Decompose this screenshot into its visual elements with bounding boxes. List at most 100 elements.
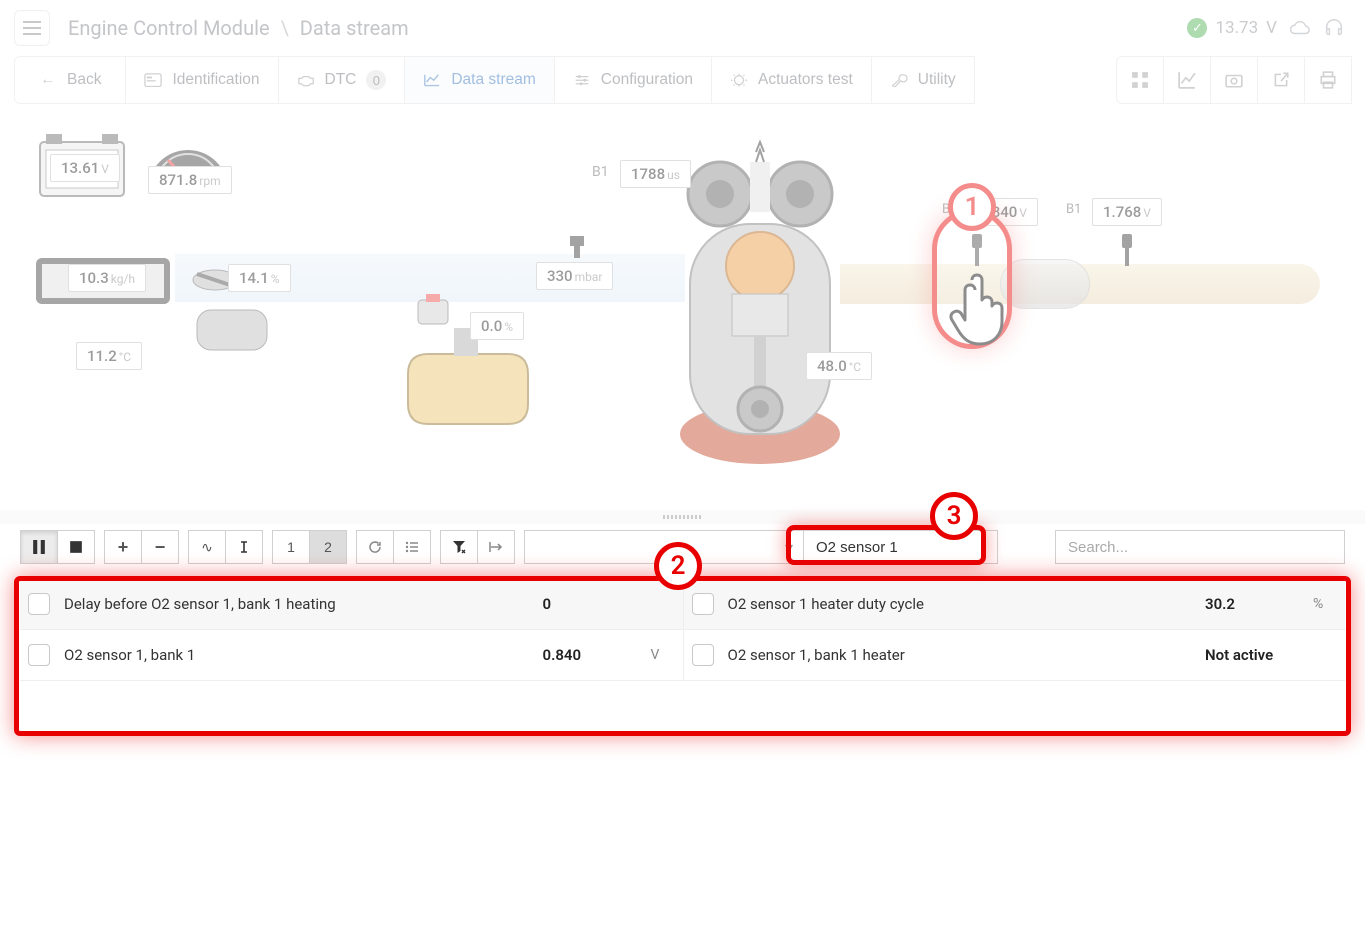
text-select-button[interactable] xyxy=(225,530,263,564)
grid-icon xyxy=(1131,71,1149,89)
engine-diagram: 13.61V 871.8rpm 10.3kg/h 11.2°C 14.1% 33… xyxy=(0,104,1365,504)
row-checkbox[interactable] xyxy=(28,593,50,615)
remove-button[interactable]: − xyxy=(141,530,179,564)
pause-icon xyxy=(32,540,46,554)
collapse-button[interactable] xyxy=(477,530,515,564)
hand-cursor-icon xyxy=(948,272,1012,350)
row-value: Not active xyxy=(1205,646,1295,664)
arrow-left-icon: ← xyxy=(39,71,57,89)
hamburger-icon xyxy=(23,21,41,35)
id-card-icon xyxy=(144,71,162,89)
layout-chart-button[interactable] xyxy=(1163,56,1211,104)
minus-icon: − xyxy=(155,537,166,558)
cursor-text-icon xyxy=(237,540,251,554)
camera-icon xyxy=(1225,71,1243,89)
voltage-value: 13.73 xyxy=(1215,18,1258,38)
tab-label: Identification xyxy=(172,71,259,89)
tab-label: Utility xyxy=(918,71,956,89)
voltage-indicator: ✓ 13.73 V xyxy=(1187,18,1277,38)
battery-value-box: 13.61V xyxy=(50,154,120,182)
layout-grid-button[interactable] xyxy=(1116,56,1164,104)
rpm-value-box: 871.8rpm xyxy=(148,166,232,194)
data-stream-panel: + − ∿ 1 2 3 2 xyxy=(0,510,1365,932)
back-button[interactable]: ← Back xyxy=(14,56,126,104)
wave-icon: ∿ xyxy=(201,539,213,556)
row-value: 30.2 xyxy=(1205,595,1295,613)
o2-sensor-post-icon[interactable] xyxy=(1118,234,1136,266)
row-checkbox[interactable] xyxy=(28,644,50,666)
panel-resize-handle[interactable] xyxy=(0,510,1365,524)
tab-datastream[interactable]: Data stream xyxy=(404,56,554,104)
export-button[interactable] xyxy=(1257,56,1305,104)
pause-button[interactable] xyxy=(20,530,58,564)
headset-icon[interactable] xyxy=(1323,17,1345,39)
throttle-value-box: 14.1% xyxy=(228,264,291,292)
callout-2-number: 2 xyxy=(654,542,702,590)
data-grid: Delay before O2 sensor 1, bank 1 heating… xyxy=(20,578,1345,681)
filter-clear-button[interactable] xyxy=(440,530,478,564)
table-row[interactable]: O2 sensor 1, bank 1 0.840 V xyxy=(20,630,683,681)
map-sensor-icon[interactable] xyxy=(562,234,592,260)
row-checkbox[interactable] xyxy=(692,593,714,615)
engine-icon xyxy=(297,71,315,89)
row-unit: V xyxy=(651,647,671,663)
chart-icon xyxy=(423,71,441,89)
row-label: Delay before O2 sensor 1, bank 1 heating xyxy=(64,595,529,613)
columns-2-button[interactable]: 2 xyxy=(309,530,347,564)
refresh-icon xyxy=(368,540,382,554)
stop-button[interactable] xyxy=(57,530,95,564)
row-checkbox[interactable] xyxy=(692,644,714,666)
breadcrumb-module: Engine Control Module xyxy=(68,16,270,40)
table-row[interactable]: O2 sensor 1 heater duty cycle 30.2 % xyxy=(683,579,1346,630)
breadcrumb: Engine Control Module \ Data stream xyxy=(68,16,409,40)
tab-dtc[interactable]: DTC 0 xyxy=(278,56,406,104)
iat-value-box: 11.2°C xyxy=(76,342,142,370)
tab-identification[interactable]: Identification xyxy=(125,56,278,104)
callout-1-number: 1 xyxy=(948,183,996,231)
check-icon: ✓ xyxy=(1187,18,1207,38)
printer-icon xyxy=(1319,71,1337,89)
inj-bank-label: B1 xyxy=(592,164,609,180)
print-button[interactable] xyxy=(1304,56,1352,104)
callout-3: 3 xyxy=(930,492,978,540)
fuel-value-box: 0.0% xyxy=(470,312,524,340)
add-button[interactable]: + xyxy=(104,530,142,564)
refresh-button[interactable] xyxy=(356,530,394,564)
tab-actuators[interactable]: Actuators test xyxy=(711,56,872,104)
list-icon xyxy=(405,540,419,554)
breadcrumb-section: Data stream xyxy=(300,16,409,40)
export-icon xyxy=(1272,71,1290,89)
tab-utility[interactable]: Utility xyxy=(871,56,975,104)
row-label: O2 sensor 1, bank 1 heater xyxy=(728,646,1192,664)
callout-3-number: 3 xyxy=(930,492,978,540)
table-row[interactable]: Delay before O2 sensor 1, bank 1 heating… xyxy=(20,579,683,630)
injection-value-box: 1788us xyxy=(620,160,691,188)
tab-label: Configuration xyxy=(601,71,693,89)
cloud-icon[interactable] xyxy=(1289,17,1311,39)
columns-1-button[interactable]: 1 xyxy=(272,530,310,564)
wrench-icon xyxy=(890,71,908,89)
coolant-value-box: 48.0°C xyxy=(806,352,872,380)
line-chart-icon xyxy=(1178,71,1196,89)
list-button[interactable] xyxy=(393,530,431,564)
menu-button[interactable] xyxy=(14,10,50,46)
search-input[interactable] xyxy=(1055,530,1345,564)
breadcrumb-separator: \ xyxy=(281,16,289,40)
tab-label: DTC xyxy=(325,71,357,89)
app-header: Engine Control Module \ Data stream ✓ 13… xyxy=(0,0,1365,56)
tab-configuration[interactable]: Configuration xyxy=(554,56,712,104)
map-value-box: 330mbar xyxy=(536,262,613,290)
dtc-badge: 0 xyxy=(366,70,386,90)
wave-button[interactable]: ∿ xyxy=(188,530,226,564)
screenshot-button[interactable] xyxy=(1210,56,1258,104)
maf-value-box: 10.3kg/h xyxy=(68,264,146,292)
voltage-unit: V xyxy=(1266,18,1277,38)
row-unit: % xyxy=(1313,596,1333,612)
callout-2: 2 xyxy=(654,542,702,590)
row-label: O2 sensor 1, bank 1 xyxy=(64,646,529,664)
back-label: Back xyxy=(67,71,101,89)
row-value: 0 xyxy=(543,595,633,613)
o2-post-bank-label: B1 xyxy=(1066,202,1081,217)
table-row[interactable]: O2 sensor 1, bank 1 heater Not active xyxy=(683,630,1346,681)
tab-label: Actuators test xyxy=(758,71,853,89)
